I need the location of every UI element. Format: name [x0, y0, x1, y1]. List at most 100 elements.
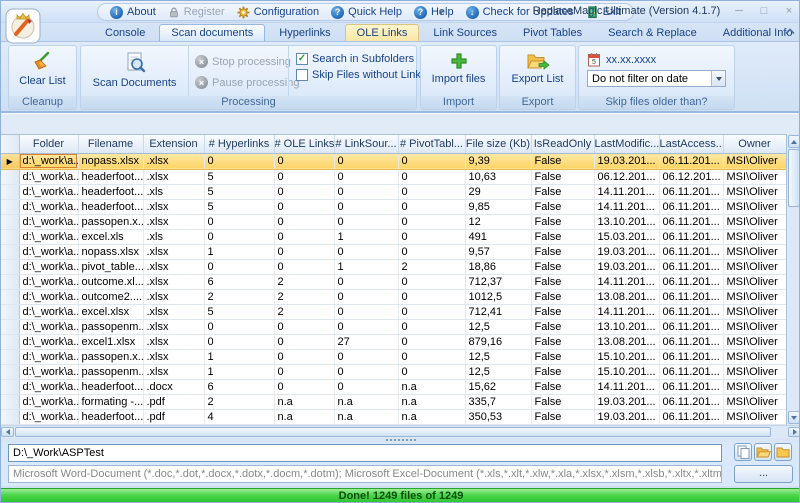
cell[interactable]: False — [531, 214, 594, 229]
cell[interactable]: .xlsx — [143, 214, 204, 229]
cell[interactable]: 5 — [204, 169, 274, 184]
cell[interactable]: 335,7 — [465, 394, 531, 409]
cell[interactable]: 0 — [274, 169, 334, 184]
cell[interactable]: .xlsx — [143, 319, 204, 334]
row-selector[interactable] — [1, 409, 19, 424]
cell[interactable]: d:\_work\a... — [19, 274, 78, 289]
row-selector[interactable] — [1, 244, 19, 259]
row-selector[interactable] — [1, 214, 19, 229]
cell[interactable]: 14.11.201... — [594, 379, 659, 394]
row-selector[interactable] — [1, 394, 19, 409]
open-folder-button[interactable] — [754, 443, 772, 461]
cell[interactable]: d:\_work\a... — [19, 169, 78, 184]
cell[interactable]: 712,37 — [465, 274, 531, 289]
file-type-filter[interactable]: Microsoft Word-Document (*.doc,*.dot,*.d… — [8, 465, 722, 483]
cell[interactable]: 879,16 — [465, 334, 531, 349]
cell[interactable]: False — [531, 199, 594, 214]
cell[interactable]: .xlsx — [143, 259, 204, 274]
cell[interactable]: 29 — [465, 184, 531, 199]
cell[interactable]: outcome2.... — [78, 289, 143, 304]
cell[interactable]: d:\_work\a... — [19, 153, 78, 169]
cell[interactable]: 0 — [204, 334, 274, 349]
cell[interactable]: False — [531, 229, 594, 244]
cell[interactable]: 0 — [398, 334, 465, 349]
column-header[interactable]: # OLE Links — [274, 135, 334, 153]
row-selector[interactable] — [1, 319, 19, 334]
row-selector[interactable] — [1, 199, 19, 214]
cell[interactable]: 0 — [274, 364, 334, 379]
row-selector[interactable] — [1, 229, 19, 244]
cell[interactable]: 0 — [334, 349, 398, 364]
cell[interactable]: d:\_work\a... — [19, 199, 78, 214]
table-row[interactable]: d:\_work\a...excel1.xlsx.xlsx00270879,16… — [1, 334, 786, 349]
cell[interactable]: 0 — [204, 229, 274, 244]
cell[interactable]: 12,5 — [465, 349, 531, 364]
cell[interactable]: 0 — [398, 184, 465, 199]
cell[interactable]: d:\_work\a... — [19, 184, 78, 199]
cell[interactable]: d:\_work\a... — [19, 334, 78, 349]
row-selector[interactable] — [1, 274, 19, 289]
cell[interactable]: 0 — [204, 214, 274, 229]
cell[interactable]: 0 — [398, 244, 465, 259]
scroll-up-icon[interactable] — [788, 135, 800, 148]
cell[interactable]: 0 — [398, 274, 465, 289]
table-row[interactable]: d:\_work\a...passopen.x....xlsx000012Fal… — [1, 214, 786, 229]
cell[interactable]: 19.03.201... — [594, 244, 659, 259]
row-selector[interactable]: ▶ — [1, 153, 19, 169]
checkbox-skip-files-without-links[interactable]: ✓ Skip Files without Links — [296, 67, 416, 83]
cell[interactable]: .xls — [143, 229, 204, 244]
cell[interactable]: 0 — [334, 169, 398, 184]
cell[interactable]: 0 — [204, 153, 274, 169]
cell[interactable]: 19.03.201... — [594, 394, 659, 409]
cell[interactable]: .xls — [143, 184, 204, 199]
cell[interactable]: 0 — [398, 364, 465, 379]
cell[interactable]: 06.12.201... — [659, 169, 723, 184]
column-header[interactable]: LastAccess... — [659, 135, 723, 153]
cell[interactable]: passopenm... — [78, 364, 143, 379]
cell[interactable]: 0 — [274, 244, 334, 259]
cell[interactable]: 06.11.201... — [659, 319, 723, 334]
cell[interactable]: .xlsx — [143, 169, 204, 184]
cell[interactable]: MSI\Oliver — [723, 229, 786, 244]
cell[interactable]: 06.11.201... — [659, 409, 723, 424]
cell[interactable]: False — [531, 184, 594, 199]
cell[interactable]: 06.11.201... — [659, 364, 723, 379]
tab-pivot-tables[interactable]: Pivot Tables — [511, 24, 594, 41]
cell[interactable]: d:\_work\a... — [19, 394, 78, 409]
cell[interactable]: 06.11.201... — [659, 379, 723, 394]
cell[interactable]: n.a — [334, 394, 398, 409]
cell[interactable]: MSI\Oliver — [723, 334, 786, 349]
scan-documents-button[interactable]: Scan Documents — [81, 46, 188, 96]
cell[interactable]: d:\_work\a... — [19, 364, 78, 379]
cell[interactable]: 0 — [334, 304, 398, 319]
cell[interactable]: 12,5 — [465, 364, 531, 379]
table-row[interactable]: d:\_work\a...headerfoot....docx600n.a15,… — [1, 379, 786, 394]
column-header[interactable]: Filename — [78, 135, 143, 153]
cell[interactable]: MSI\Oliver — [723, 169, 786, 184]
cell[interactable]: 0 — [334, 153, 398, 169]
cell[interactable]: 06.11.201... — [659, 184, 723, 199]
cell[interactable]: .xlsx — [143, 304, 204, 319]
column-header[interactable]: File size (Kb) — [465, 135, 531, 153]
cell[interactable]: MSI\Oliver — [723, 289, 786, 304]
cell[interactable]: .xlsx — [143, 244, 204, 259]
cell[interactable]: 06.11.201... — [659, 259, 723, 274]
maximize-icon[interactable]: □ — [756, 4, 772, 19]
cell[interactable]: 06.11.201... — [659, 229, 723, 244]
cell[interactable]: excel.xls — [78, 229, 143, 244]
cell[interactable]: 0 — [334, 379, 398, 394]
row-selector[interactable] — [1, 184, 19, 199]
cell[interactable]: 14.11.201... — [594, 274, 659, 289]
column-header[interactable]: Owner — [723, 135, 786, 153]
cell[interactable]: 06.11.201... — [659, 304, 723, 319]
cell[interactable]: 1 — [334, 229, 398, 244]
cell[interactable]: 5 — [204, 199, 274, 214]
cell[interactable]: 06.11.201... — [659, 274, 723, 289]
cell[interactable]: 0 — [334, 184, 398, 199]
tab-link-sources[interactable]: Link Sources — [421, 24, 509, 41]
cell[interactable]: 06.11.201... — [659, 394, 723, 409]
cell[interactable]: 0 — [398, 304, 465, 319]
cell[interactable]: 0 — [334, 274, 398, 289]
column-header[interactable]: Extension — [143, 135, 204, 153]
cell[interactable]: 0 — [204, 259, 274, 274]
